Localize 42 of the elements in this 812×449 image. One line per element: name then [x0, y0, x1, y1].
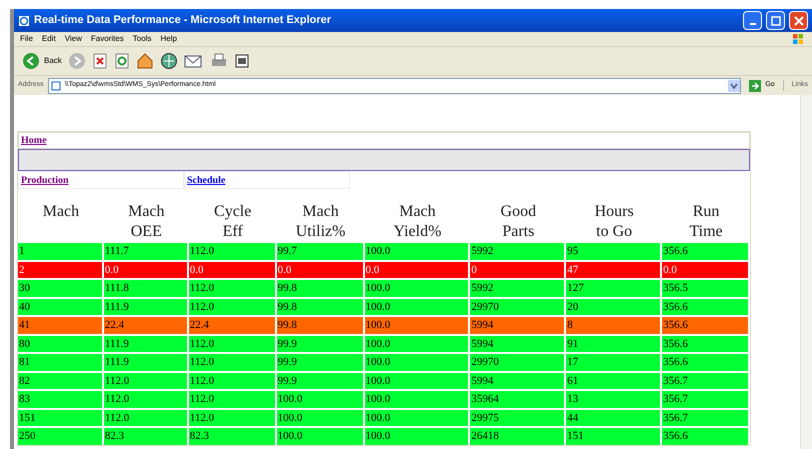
minimize-button[interactable]	[743, 11, 762, 30]
nav-link[interactable]: Schedule	[187, 172, 226, 188]
nav-link[interactable]: Production	[21, 172, 69, 188]
column-header: Mach Utiliz%	[296, 202, 346, 242]
column-header: Mach OEE	[128, 202, 165, 242]
table-cell: 250	[18, 428, 104, 444]
browser-icon	[18, 14, 30, 26]
table-cell: 26418	[470, 428, 566, 444]
stop-icon[interactable]	[92, 53, 108, 69]
column-header: Cycle Eff	[214, 202, 252, 242]
dropdown-icon[interactable]	[728, 80, 740, 92]
table-cell: 82.3	[188, 428, 277, 444]
home-link[interactable]: Home	[21, 133, 47, 148]
window-title: Real-time Data Performance - Microsoft Internet Explorer	[34, 13, 332, 28]
arrow-icon	[749, 80, 762, 92]
menu-item[interactable]: Favorites	[90, 35, 124, 43]
column-header: Hours to Go	[594, 202, 634, 242]
table-cell: 100.0	[364, 428, 470, 444]
menu-item[interactable]: File	[20, 35, 33, 43]
column-header: Mach	[42, 202, 80, 222]
minimize-icon	[750, 22, 756, 24]
table-cell: 151	[566, 428, 662, 444]
windows-logo-icon	[792, 33, 804, 45]
home-icon[interactable]	[136, 52, 154, 70]
menu-item[interactable]: View	[64, 35, 82, 43]
table-cell: 100.0	[276, 428, 365, 444]
column-header: Run Time	[689, 202, 723, 242]
maximize-button[interactable]	[766, 11, 785, 30]
close-button[interactable]	[789, 11, 808, 30]
page-icon	[50, 80, 61, 90]
menu-item[interactable]: Tools	[132, 35, 152, 43]
menu-item[interactable]: Edit	[42, 35, 56, 43]
mail-icon[interactable]	[184, 53, 204, 69]
table-cell: 82.3	[104, 428, 189, 444]
menu-item[interactable]: Help	[160, 35, 177, 43]
close-icon	[794, 16, 804, 26]
maximize-icon	[770, 16, 780, 26]
scrollbar[interactable]	[800, 95, 812, 449]
table-cell: 356.6	[662, 428, 750, 444]
column-header: Good Parts	[500, 202, 536, 242]
column-header: Mach Yield%	[393, 202, 442, 242]
back-button[interactable]: Back	[22, 52, 62, 70]
